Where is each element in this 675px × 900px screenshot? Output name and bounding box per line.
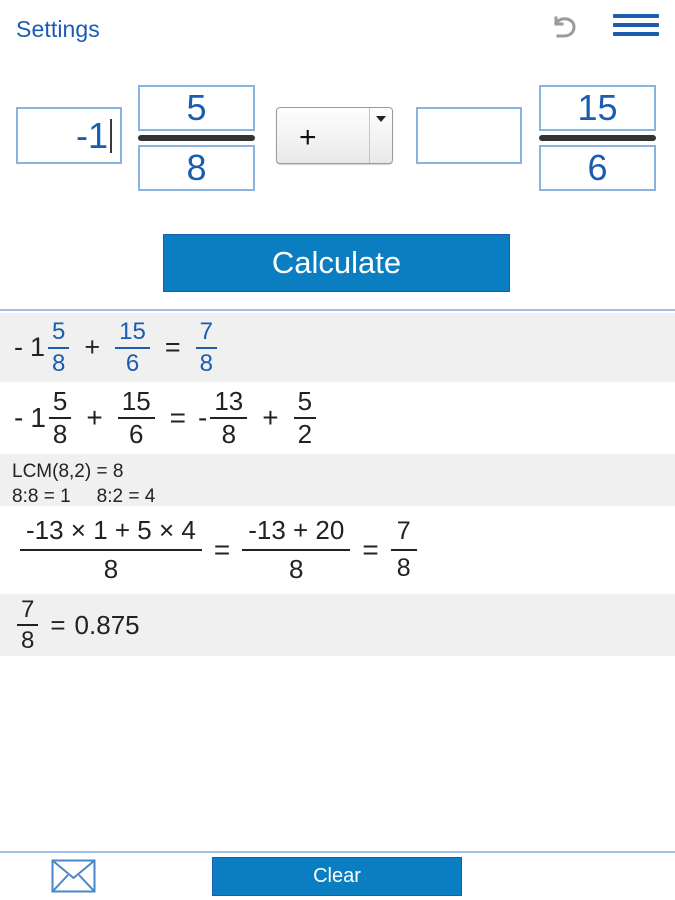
right-fraction-bar: [539, 135, 656, 141]
r2-den: 8: [52, 419, 68, 449]
r2-num2: 15: [121, 385, 151, 416]
r5-bar: [17, 624, 39, 626]
r2-num: 5: [52, 385, 68, 416]
r1-operator: +: [84, 332, 101, 362]
right-numerator-input[interactable]: 15: [539, 85, 656, 131]
r1-fraction-1: 5 8: [48, 318, 70, 377]
r2-num4: 5: [297, 385, 313, 416]
r1-bar-2: [115, 346, 150, 349]
results-top-divider: [0, 309, 675, 311]
r1-num: 5: [52, 318, 66, 346]
left-fraction: 5 8: [138, 85, 255, 191]
operator-divider: [369, 108, 370, 163]
r5-den: 8: [21, 627, 35, 654]
r4-den-a: 8: [103, 554, 119, 584]
clear-button[interactable]: Clear: [212, 857, 462, 896]
right-fraction: 15 6: [539, 85, 656, 191]
r2-fraction-1: 5 8: [48, 385, 72, 449]
r5-num: 7: [21, 595, 35, 623]
result-row-4: -13 × 1 + 5 × 4 8 = -13 + 20 8 = 7 8: [0, 506, 675, 594]
bottom-bar: Clear: [0, 853, 675, 900]
r1-fraction-result: 7 8: [195, 318, 218, 377]
r5-decimal-value: 0.875: [74, 609, 140, 640]
lcm-quotient-2: 8:2 = 4: [96, 485, 156, 507]
r1-res-den: 8: [199, 349, 214, 377]
right-whole-input[interactable]: [416, 107, 522, 164]
hamburger-menu-icon[interactable]: [613, 14, 659, 40]
r4-fraction-3: 7 8: [390, 517, 417, 583]
right-denominator-value: 6: [587, 147, 608, 188]
lcm-line-2: 8:8 = 1 8:2 = 4: [12, 485, 663, 509]
settings-link[interactable]: Settings: [16, 16, 100, 43]
chevron-down-icon: [376, 116, 386, 122]
right-numerator-value: 15: [577, 87, 618, 128]
menu-bar-2: [613, 23, 659, 27]
result-row-2: - 1 5 8 + 15 6 = - 13 8 + 5 2: [0, 382, 675, 454]
r4-fraction-2: -13 + 20 8: [242, 515, 351, 585]
r5-fraction: 7 8: [17, 595, 39, 654]
r2-fraction-4: 5 2: [293, 385, 317, 449]
result-row-3-lcm: LCM(8,2) = 8 8:8 = 1 8:2 = 4: [0, 454, 675, 509]
top-bar: Settings: [0, 0, 675, 58]
r2-equals: =: [169, 402, 187, 433]
operator-select[interactable]: +: [276, 107, 393, 164]
text-caret: [110, 118, 112, 153]
r1-res-num: 7: [199, 318, 214, 346]
result-row-5-decimal: 7 8 = 0.875: [0, 594, 675, 656]
r4-fraction-1: -13 × 1 + 5 × 4 8: [20, 515, 202, 585]
calculate-button[interactable]: Calculate: [163, 234, 510, 292]
results-list: - 1 5 8 + 15 6 = 7 8 - 1 5 8 + 15 6 = - …: [0, 313, 675, 656]
envelope-icon[interactable]: [51, 859, 96, 893]
r2-den4: 2: [297, 419, 313, 449]
left-fraction-bar: [138, 135, 255, 141]
menu-bar-3: [613, 32, 659, 36]
left-denominator-value: 8: [186, 147, 207, 188]
r2-fraction-3: 13 8: [210, 385, 248, 449]
r4-equals-2: =: [362, 534, 379, 565]
lcm-quotient-1: 8:8 = 1: [12, 485, 71, 507]
r1-equals: =: [164, 332, 181, 362]
left-whole-input[interactable]: -1: [16, 107, 122, 164]
r1-whole: 1: [30, 332, 46, 362]
r1-den2: 6: [125, 349, 140, 377]
r2-den3: 8: [221, 419, 237, 449]
r2-num3: 13: [214, 385, 244, 416]
result-row-1: - 1 5 8 + 15 6 = 7 8: [0, 313, 675, 382]
lcm-line-1: LCM(8,2) = 8: [12, 461, 124, 482]
r2-sign-2: -: [198, 402, 208, 433]
r1-num2: 15: [119, 318, 146, 346]
r4-den-c: 8: [396, 554, 411, 582]
r4-equals-1: =: [213, 534, 231, 565]
clear-label: Clear: [313, 865, 361, 887]
expression-row: -1 5 8 + 15 6: [0, 85, 675, 195]
r1-fraction-2: 15 6: [115, 318, 150, 377]
r2-operator: +: [86, 402, 103, 433]
r1-sign: -: [14, 332, 23, 362]
r1-bar-1: [48, 346, 70, 349]
right-denominator-input[interactable]: 6: [539, 145, 656, 191]
r2-fraction-2: 15 6: [117, 385, 155, 449]
r4-num-b: -13 + 20: [248, 515, 345, 545]
calculate-label: Calculate: [271, 245, 402, 280]
left-numerator-value: 5: [186, 87, 207, 128]
left-numerator-input[interactable]: 5: [138, 85, 255, 131]
r2-whole: 1: [30, 402, 46, 433]
r2-den2: 6: [128, 419, 144, 449]
r5-equals: =: [50, 609, 66, 640]
menu-bar-1: [613, 14, 659, 18]
undo-icon[interactable]: [548, 10, 582, 44]
left-denominator-input[interactable]: 8: [138, 145, 255, 191]
r1-den: 8: [52, 349, 66, 377]
r1-bar-3: [195, 346, 218, 349]
r2-sign: -: [14, 402, 24, 433]
r4-den-b: 8: [289, 554, 304, 584]
r4-num-a: -13 × 1 + 5 × 4: [26, 515, 196, 545]
operator-value: +: [299, 121, 317, 154]
r4-num-c: 7: [396, 517, 411, 545]
left-whole-value: -1: [75, 114, 108, 156]
fraction-calculator-app: Settings -1 5 8 + 15 6 Calculate - 1 5 8…: [0, 0, 675, 900]
r2-operator-2: +: [262, 402, 279, 433]
